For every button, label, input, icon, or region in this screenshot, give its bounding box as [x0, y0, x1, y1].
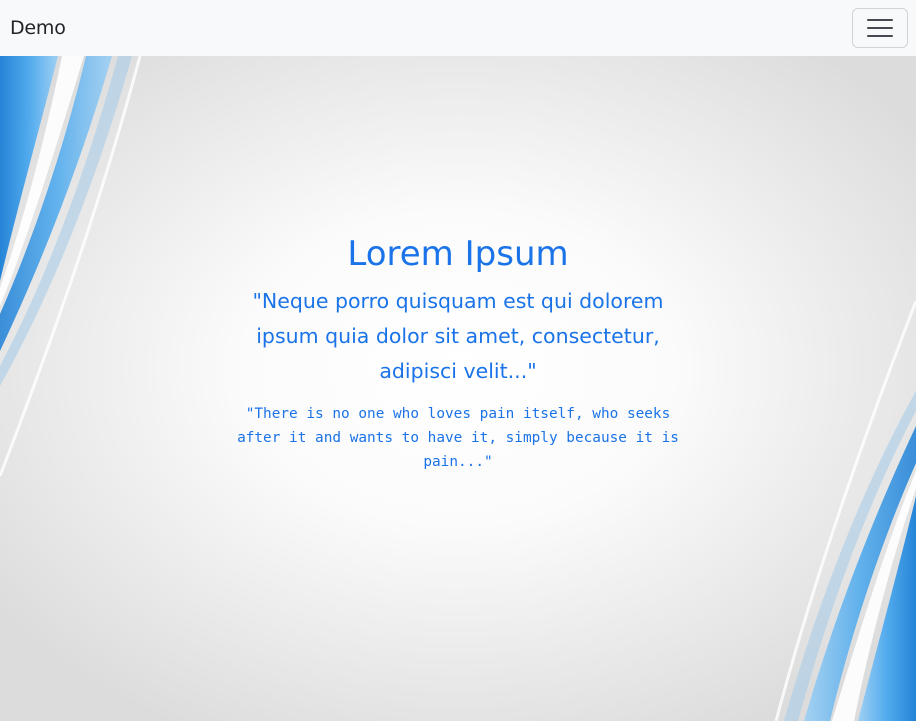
hero-subquote: "There is no one who loves pain itself, …	[237, 406, 679, 470]
hamburger-menu-icon-bar	[867, 27, 893, 29]
navbar-brand[interactable]: Demo	[10, 17, 66, 39]
hero-title: Lorem Ipsum	[347, 234, 569, 274]
hero-section: Lorem Ipsum "Neque porro quisquam est qu…	[0, 56, 916, 721]
navbar: Demo	[0, 0, 916, 56]
hamburger-menu-icon-bar	[867, 35, 893, 37]
hero-quote: "Neque porro quisquam est qui dolorem ip…	[252, 289, 664, 383]
navbar-toggler-button[interactable]	[852, 8, 908, 48]
hamburger-menu-icon	[867, 19, 893, 21]
